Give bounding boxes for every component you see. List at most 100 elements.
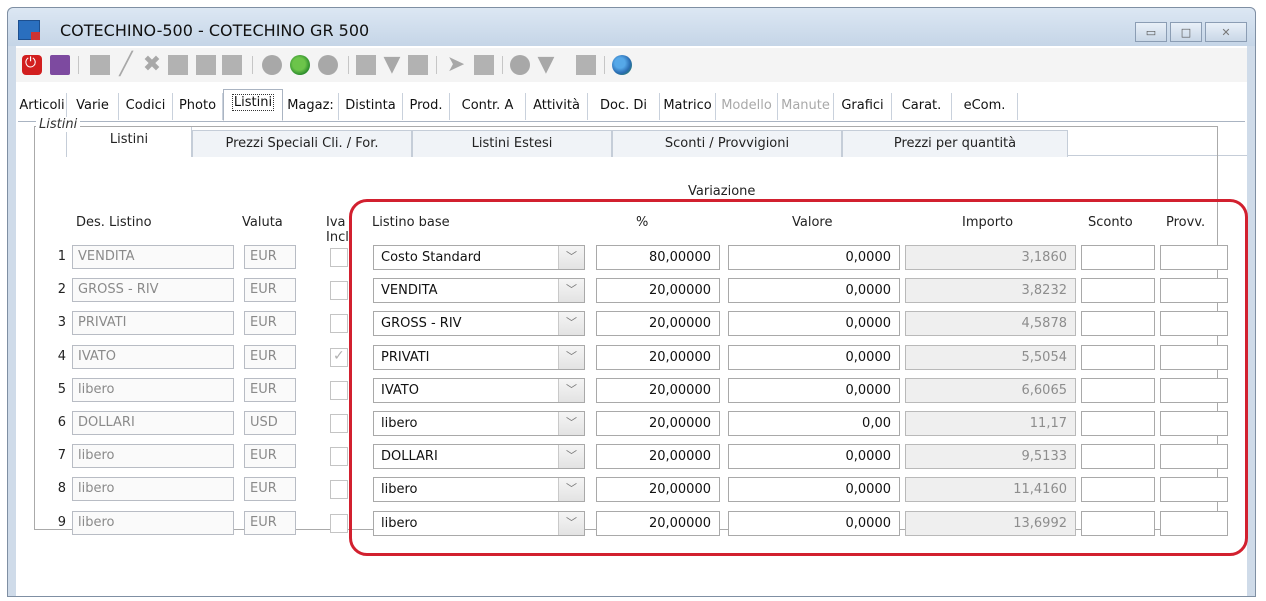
provv-input[interactable] [1160,278,1228,303]
listino-base-select[interactable]: libero ﹀ [373,411,585,436]
listino-base-select[interactable]: Costo Standard ﹀ [373,245,585,270]
sconto-input[interactable] [1081,245,1155,270]
iva-inclusa-checkbox[interactable] [330,414,348,433]
tools-icon[interactable] [408,55,428,75]
percent-input[interactable]: 80,00000 [596,245,720,270]
iva-inclusa-checkbox[interactable] [330,480,348,499]
provv-input[interactable] [1160,378,1228,403]
provv-input[interactable] [1160,345,1228,370]
listino-base-select[interactable]: DOLLARI ﹀ [373,444,585,469]
percent-input[interactable]: 20,00000 [596,278,720,303]
percent-input[interactable]: 20,00000 [596,378,720,403]
percent-input[interactable]: 20,00000 [596,411,720,436]
listino-base-select[interactable]: PRIVATI ﹀ [373,345,585,370]
power-icon[interactable] [22,55,42,75]
percent-input[interactable]: 20,00000 [596,477,720,502]
valore-input[interactable]: 0,0000 [728,311,900,336]
tab-contratti[interactable]: Contr. A [450,93,526,120]
tab-photo[interactable]: Photo [173,93,223,120]
iva-inclusa-checkbox[interactable] [330,514,348,533]
chevron-down-icon[interactable]: ﹀ [558,379,584,402]
sconto-input[interactable] [1081,345,1155,370]
provv-input[interactable] [1160,311,1228,336]
tab-varie[interactable]: Varie [67,93,119,120]
tab-articoli[interactable]: Articoli [18,93,67,120]
record-icon[interactable] [510,55,530,75]
valore-input[interactable]: 0,0000 [728,245,900,270]
valore-input[interactable]: 0,0000 [728,345,900,370]
new-document-icon[interactable] [90,55,110,75]
iva-inclusa-checkbox[interactable] [330,248,348,267]
chevron-down-icon[interactable]: ﹀ [558,445,584,468]
chevron-down-icon[interactable]: ﹀ [558,412,584,435]
listino-base-select[interactable]: IVATO ﹀ [373,378,585,403]
iva-inclusa-checkbox[interactable] [330,447,348,466]
chevron-down-icon[interactable]: ﹀ [558,478,584,501]
tab-matricole[interactable]: Matrico [660,93,716,120]
delete-icon[interactable]: ✖ [142,54,162,76]
sconto-input[interactable] [1081,477,1155,502]
listino-base-select[interactable]: libero ﹀ [373,511,585,536]
tab-distinta[interactable]: Distinta [339,93,403,120]
tab-ecommerce[interactable]: eCom. [952,93,1018,120]
refresh-icon[interactable] [290,55,310,75]
provv-input[interactable] [1160,444,1228,469]
globe-icon[interactable] [612,55,632,75]
listino-base-select[interactable]: VENDITA ﹀ [373,278,585,303]
copy-icon[interactable] [168,55,188,75]
valore-input[interactable]: 0,0000 [728,511,900,536]
tab-produzione[interactable]: Prod. [403,93,450,120]
percent-input[interactable]: 20,00000 [596,511,720,536]
iva-inclusa-checkbox[interactable] [330,314,348,333]
tab-listini[interactable]: Listini [223,89,283,121]
iva-inclusa-checkbox[interactable] [330,281,348,300]
provv-input[interactable] [1160,245,1228,270]
chevron-down-icon[interactable]: ﹀ [558,346,584,369]
valore-input[interactable]: 0,0000 [728,378,900,403]
sconto-input[interactable] [1081,411,1155,436]
calculator-icon[interactable] [576,55,596,75]
maximize-button[interactable]: □ [1170,22,1202,42]
book-icon[interactable] [474,55,494,75]
valore-input[interactable]: 0,0000 [728,444,900,469]
arrow-right-icon[interactable]: ➤ [446,54,466,76]
title-bar[interactable]: COTECHINO-500 - COTECHINO GR 500 ▭ □ ✕ [8,8,1255,46]
iva-inclusa-checkbox[interactable] [330,381,348,400]
sconto-input[interactable] [1081,444,1155,469]
chevron-down-icon[interactable]: ﹀ [558,512,584,535]
close-button[interactable]: ✕ [1205,22,1247,42]
tab-magazzino[interactable]: Magaz: [283,93,339,120]
paste-icon[interactable] [196,55,216,75]
tab-documenti[interactable]: Doc. Di [588,93,660,120]
sconto-input[interactable] [1081,511,1155,536]
sconto-input[interactable] [1081,378,1155,403]
document-icon[interactable] [356,55,376,75]
edit-icon[interactable]: ╱ [116,54,136,76]
chevron-down-icon[interactable]: ﹀ [558,279,584,302]
valore-input[interactable]: 0,0000 [728,477,900,502]
listino-base-select[interactable]: libero ﹀ [373,477,585,502]
provv-input[interactable] [1160,477,1228,502]
percent-input[interactable]: 20,00000 [596,311,720,336]
provv-input[interactable] [1160,411,1228,436]
save-icon[interactable] [50,55,70,75]
next-record-icon[interactable] [318,55,338,75]
tab-grafici[interactable]: Grafici [834,93,892,120]
minimize-button[interactable]: ▭ [1135,22,1167,42]
percent-input[interactable]: 20,00000 [596,444,720,469]
print-icon[interactable] [222,55,242,75]
iva-inclusa-checkbox[interactable] [330,348,348,367]
listino-base-select[interactable]: GROSS - RIV ﹀ [373,311,585,336]
chevron-down-icon[interactable]: ﹀ [558,312,584,335]
valore-input[interactable]: 0,00 [728,411,900,436]
provv-input[interactable] [1160,511,1228,536]
tab-codici[interactable]: Codici [119,93,173,120]
tab-attivita[interactable]: Attività [526,93,588,120]
filter-dropdown-icon[interactable]: ▼ [536,54,556,76]
tab-caratteristiche[interactable]: Carat. [892,93,952,120]
sconto-input[interactable] [1081,278,1155,303]
sconto-input[interactable] [1081,311,1155,336]
valore-input[interactable]: 0,0000 [728,278,900,303]
filter-icon[interactable]: ▼ [382,54,402,76]
chevron-down-icon[interactable]: ﹀ [558,246,584,269]
